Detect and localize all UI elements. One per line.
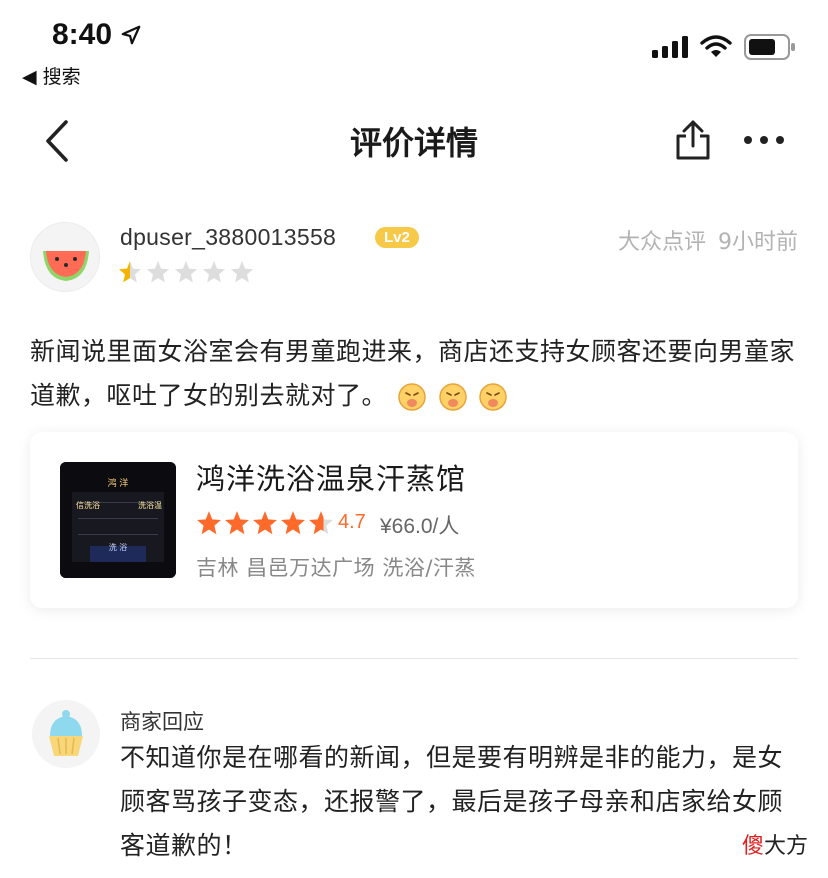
status-time-text: 8:40 [52,18,113,51]
shop-thumbnail: 鸿 洋 信洗浴 洗浴温 洗 浴 [60,462,176,578]
star-full-icon [281,511,305,535]
shop-name: 鸿洋洗浴温泉汗蒸馆 [196,462,467,496]
watermark-red-char: 傻 [741,834,764,859]
star-half-icon [119,261,141,283]
share-icon[interactable] [672,118,714,162]
watermark: 傻大方 [742,828,808,860]
star-full-icon [225,511,249,535]
user-avatar[interactable] [30,222,100,292]
status-indicators [652,34,796,60]
back-to-search-link[interactable]: ◀ 搜索 [22,62,81,89]
shop-sign-right: 洗浴温 [138,500,162,510]
review-source: 大众点评 [617,230,706,255]
star-full-icon [197,511,221,535]
vomit-emoji-icon [479,383,508,411]
shop-sign-bottom: 洗 浴 [109,542,128,552]
section-divider [30,658,798,659]
shop-sign-top: 鸿 洋 [108,477,129,489]
review-meta: 大众点评 9小时前 [618,224,798,256]
reply-text: 不知道你是在哪看的新闻，但是要有明辨是非的能力，是女顾客骂孩子变态，还报警了，最… [120,743,784,860]
status-time: 8:40 [52,18,142,52]
review-body: 新闻说里面女浴室会有男童跑进来，商店还支持女顾客还要向男童家道歉，呕吐了女的别去… [30,330,800,418]
star-full-icon [253,511,277,535]
watermark-rest: 大方 [763,834,808,859]
star-empty-icon [147,261,169,283]
shop-price: ¥66.0/人 [380,515,460,538]
location-arrow-icon [121,25,141,45]
cellular-signal-icon [652,36,688,58]
shop-card[interactable]: 鸿 洋 信洗浴 洗浴温 洗 浴 鸿洋洗浴温泉汗蒸馆 4.7 ¥66.0/人 吉林… [30,432,798,608]
level-badge: Lv2 [375,227,419,248]
shop-rating-stars [196,510,334,536]
vomit-emoji-icon [398,383,427,411]
watermelon-icon [43,251,89,281]
shop-photo-illustration: 鸿 洋 信洗浴 洗浴温 洗 浴 [60,462,176,578]
back-to-search-label: ◀ 搜索 [22,66,81,88]
wifi-icon [700,35,732,57]
battery-icon [744,34,795,60]
star-empty-icon [175,261,197,283]
user-rating-stars [118,260,254,284]
vomit-emoji-icon [439,383,467,411]
username[interactable]: dpuser_3880013558 [120,224,336,251]
shop-rating-value: 4.7 [338,511,366,533]
more-icon[interactable] [742,128,786,152]
shop-location: 吉林 昌邑万达广场 洗浴/汗蒸 [196,556,476,580]
shop-sign-left: 信洗浴 [76,500,100,510]
merchant-avatar [32,700,100,768]
reply-title: 商家回应 [120,710,204,734]
star-empty-icon [203,261,225,283]
star-partial-icon [309,511,333,535]
review-time: 9小时前 [718,230,798,255]
star-empty-icon [231,261,253,283]
cupcake-icon [49,710,83,756]
